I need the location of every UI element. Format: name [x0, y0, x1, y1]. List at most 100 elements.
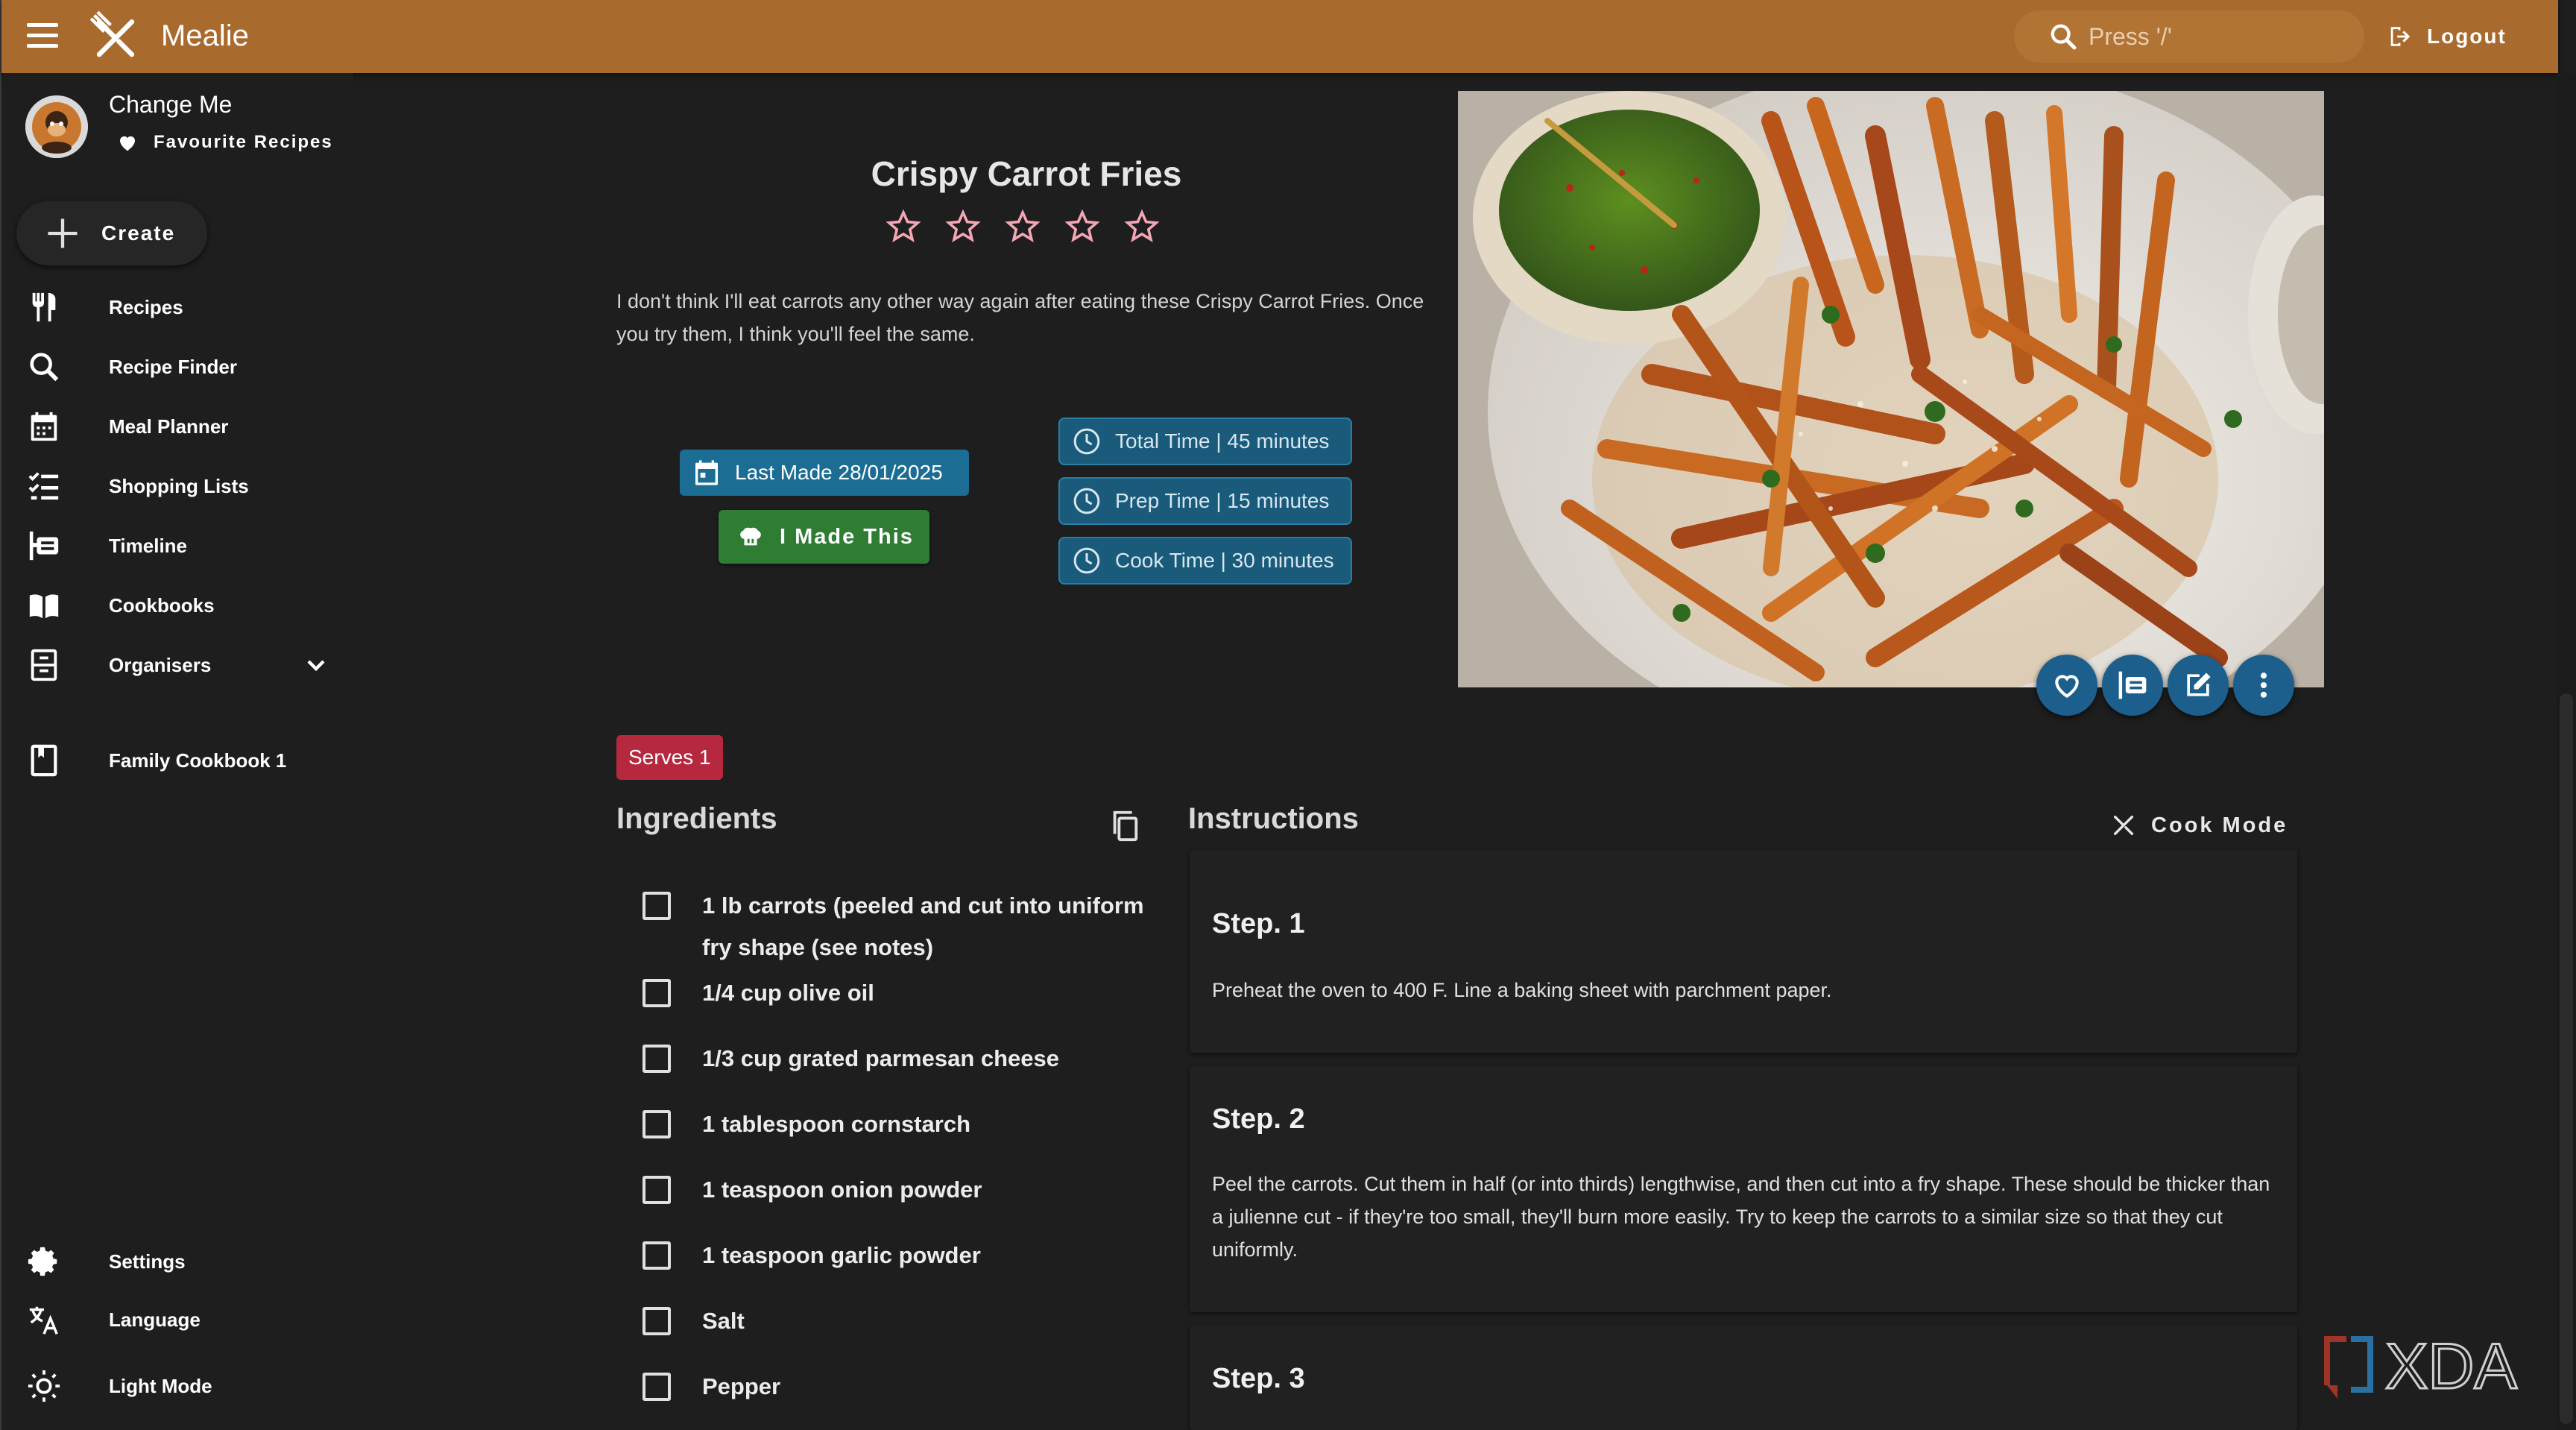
step-text: Peel the carrots. Cut them in half (or i… [1212, 1173, 2270, 1261]
calendar-icon [31, 412, 57, 441]
ingredient-item[interactable]: 1 teaspoon garlic powder [643, 1241, 1149, 1276]
favourite-button[interactable] [2036, 655, 2097, 716]
ingredient-item[interactable]: Salt [643, 1307, 1149, 1342]
xda-watermark-text: XDA [2385, 1331, 2517, 1402]
i-made-this-label: I Made This [780, 524, 914, 549]
serves-badge: Serves 1 [616, 735, 723, 780]
sidebar-item-label: Settings [109, 1250, 186, 1273]
sidebar-item-label: Cookbooks [109, 593, 215, 617]
sidebar-item-recipes[interactable]: Recipes [3, 280, 353, 334]
instruction-step[interactable]: Step. 1 Preheat the oven to 400 F. Line … [1190, 850, 2297, 1053]
ingredient-item[interactable]: 1 tablespoon cornstarch [643, 1110, 1149, 1145]
heart-icon [120, 136, 135, 151]
step-text: Preheat the oven to 400 F. Line a baking… [1212, 979, 1832, 1001]
copy-icon[interactable] [1108, 807, 1142, 844]
star-icon[interactable] [1064, 209, 1100, 245]
sidebar-item-label: Language [109, 1308, 201, 1331]
search-icon [30, 353, 59, 382]
more-options-button[interactable] [2233, 655, 2294, 716]
translate-icon [29, 1306, 58, 1335]
ingredient-text: 1/3 cup grated parmesan cheese [702, 1045, 1060, 1071]
sidebar-item-timeline[interactable]: Timeline [3, 519, 353, 573]
file-cabinet-icon [31, 649, 57, 681]
ingredient-item[interactable]: 1 lb carrots (peeled and cut into unifor… [643, 892, 1149, 968]
ingredient-item[interactable]: 1/4 cup olive oil [643, 979, 1149, 1014]
sidebar-item-organisers[interactable]: Organisers [3, 638, 353, 692]
cook-time-label: Cook Time | 30 minutes [1115, 549, 1334, 572]
rating-stars[interactable] [886, 209, 1160, 245]
app-bar: Mealie Logout [1, 0, 2558, 73]
recipe-image [1458, 91, 2324, 687]
calendar-icon [695, 460, 718, 485]
sun-icon [28, 1370, 60, 1402]
search-box[interactable] [2014, 10, 2364, 63]
edit-button[interactable] [2168, 655, 2229, 716]
ingredient-checkbox[interactable] [643, 1045, 671, 1073]
sidebar-item-settings[interactable]: Settings [3, 1235, 353, 1288]
avatar[interactable] [25, 95, 88, 158]
ingredient-checkbox[interactable] [643, 1307, 671, 1335]
sidebar-item-label: Light Mode [109, 1374, 212, 1397]
app-frame: Mealie Logout Change Me [0, 0, 2558, 1430]
favourite-recipes-link[interactable]: Favourite Recipes [116, 131, 333, 154]
sidebar-item-label: Family Cookbook 1 [109, 749, 287, 772]
plus-icon [48, 218, 78, 248]
sidebar-item-label: Timeline [109, 534, 188, 557]
ingredient-checkbox[interactable] [643, 1241, 671, 1270]
ingredient-checkbox[interactable] [643, 1110, 671, 1138]
step-title: Step. 2 [1212, 1103, 1305, 1135]
logout-label: Logout [2427, 25, 2507, 48]
more-vertical-icon [2260, 673, 2267, 698]
ingredient-item[interactable]: 1 teaspoon onion powder [643, 1176, 1149, 1211]
timeline-icon [2118, 671, 2147, 699]
sidebar-item-family-cookbook[interactable]: Family Cookbook 1 [3, 734, 353, 787]
edit-icon [2187, 673, 2211, 696]
clock-icon [1073, 488, 1100, 514]
search-input[interactable] [2089, 22, 2312, 51]
app-brand[interactable]: Mealie [161, 19, 249, 53]
ingredient-text: Pepper [702, 1373, 781, 1399]
chevron-down-icon[interactable] [301, 650, 331, 680]
sidebar-item-language[interactable]: Language [3, 1293, 353, 1346]
ingredient-item[interactable]: Pepper [643, 1373, 1149, 1408]
sidebar-item-label: Recipes [109, 295, 183, 318]
favourite-recipes-label: Favourite Recipes [154, 132, 333, 152]
sidebar-item-label: Organisers [109, 653, 212, 676]
last-made-label: Last Made 28/01/2025 [735, 461, 943, 484]
recipe-description: I don't think I'll eat carrots any other… [616, 290, 1424, 345]
sidebar-item-light-mode[interactable]: Light Mode [3, 1359, 353, 1413]
timeline-button[interactable] [2102, 655, 2163, 716]
recipe-photo [1458, 91, 2324, 687]
star-icon[interactable] [945, 209, 981, 245]
fork-knife-icon [32, 292, 56, 322]
ingredient-item[interactable]: 1/3 cup grated parmesan cheese [643, 1045, 1149, 1080]
instruction-step[interactable]: Step. 3 [1190, 1326, 2297, 1430]
sidebar-item-shopping-lists[interactable]: Shopping Lists [3, 459, 353, 513]
star-icon[interactable] [1005, 209, 1041, 245]
star-icon[interactable] [1124, 209, 1160, 245]
ingredients-title: Ingredients [616, 802, 777, 835]
create-button[interactable]: Create [16, 201, 207, 265]
sidebar-item-cookbooks[interactable]: Cookbooks [3, 579, 353, 632]
mealie-logo-icon [89, 10, 135, 57]
instruction-step[interactable]: Step. 2 Peel the carrots. Cut them in ha… [1190, 1066, 2297, 1312]
cook-mode-button[interactable]: Cook Mode [2111, 813, 2288, 838]
avatar-image [25, 95, 88, 158]
sidebar-item-meal-planner[interactable]: Meal Planner [3, 400, 353, 453]
i-made-this-button[interactable]: I Made This [719, 510, 929, 564]
last-made-button[interactable]: Last Made 28/01/2025 [680, 450, 969, 496]
ingredient-checkbox[interactable] [643, 1176, 671, 1204]
menu-icon[interactable] [27, 23, 58, 50]
ingredient-checkbox[interactable] [643, 979, 671, 1007]
logout-button[interactable]: Logout [2387, 18, 2507, 55]
recipe-title: Crispy Carrot Fries [871, 154, 1182, 193]
ingredient-checkbox[interactable] [643, 892, 671, 920]
checklist-icon [28, 472, 59, 500]
prep-time-label: Prep Time | 15 minutes [1115, 489, 1330, 512]
sidebar-item-label: Shopping Lists [109, 474, 249, 497]
scrollbar-thumb[interactable] [2560, 693, 2573, 1424]
ingredient-checkbox[interactable] [643, 1373, 671, 1401]
star-icon[interactable] [886, 209, 921, 245]
sidebar-item-recipe-finder[interactable]: Recipe Finder [3, 340, 353, 394]
sidebar: Change Me Favourite Recipes Create Recip… [3, 73, 353, 1430]
